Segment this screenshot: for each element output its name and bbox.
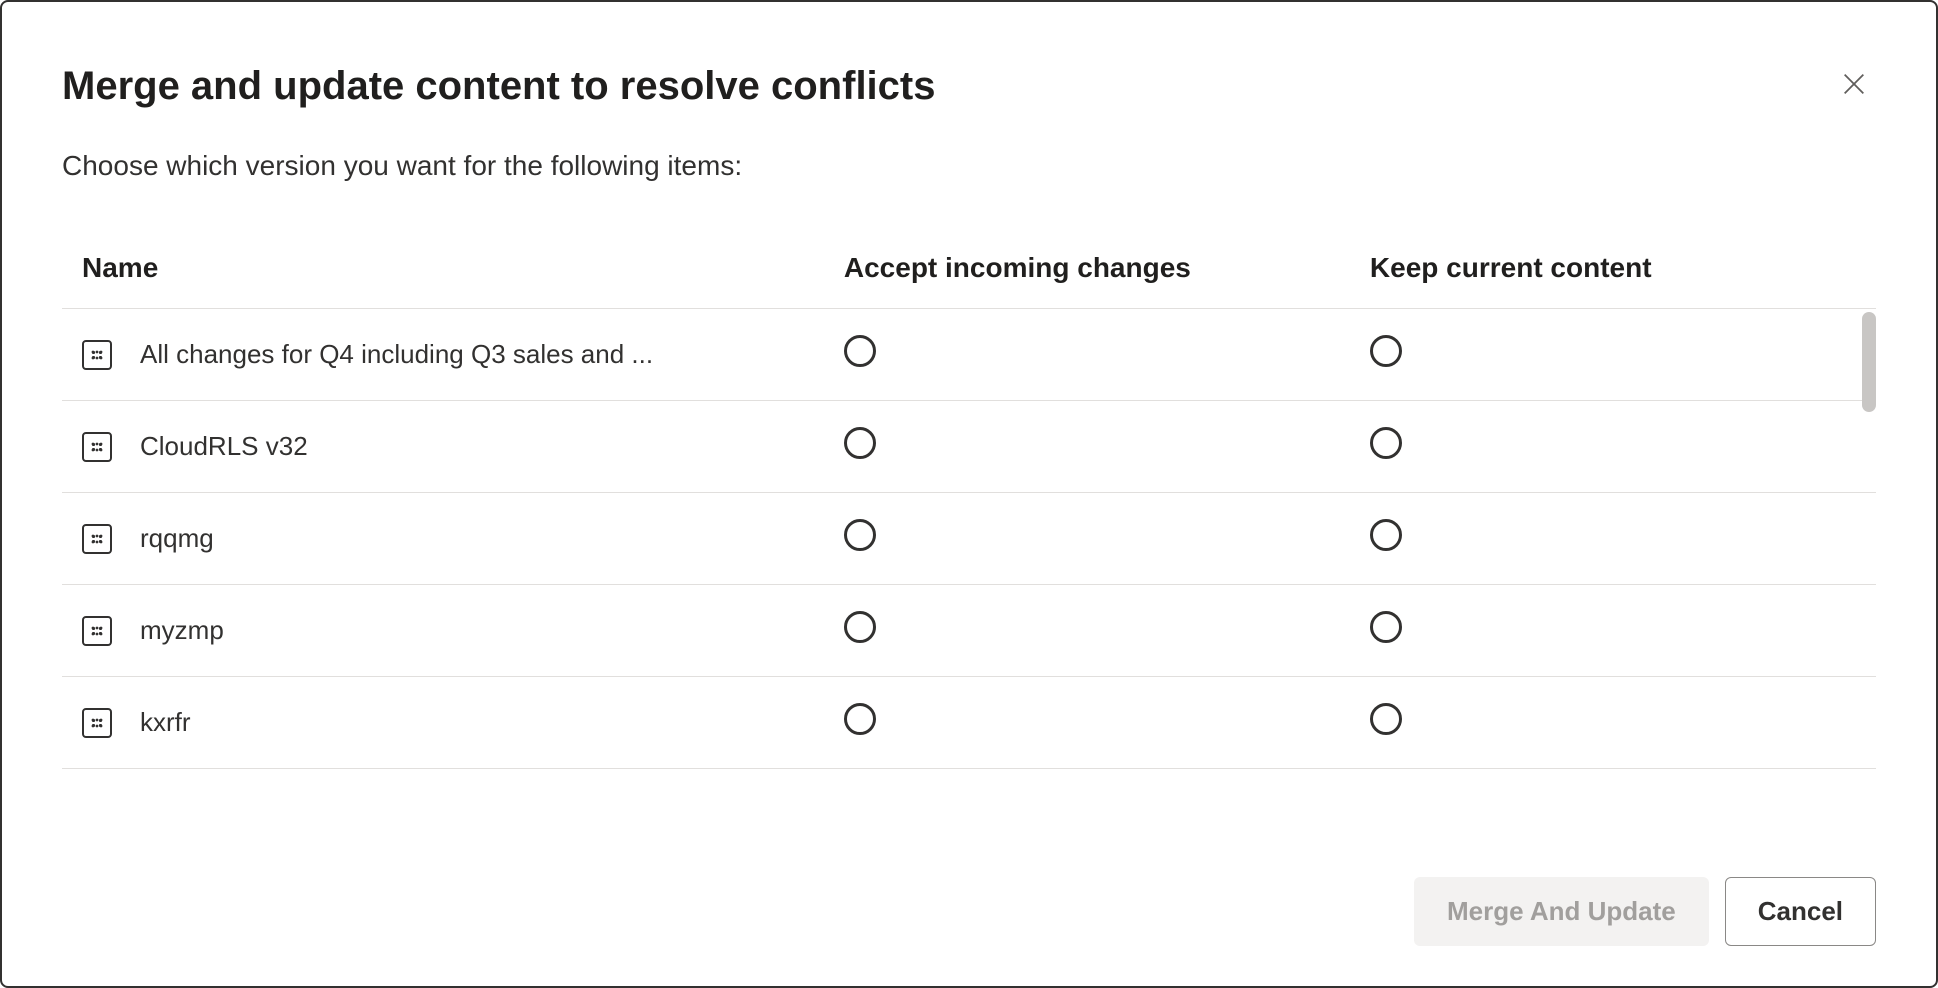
column-header-keep: Keep current content (1350, 232, 1876, 309)
item-name: myzmp (140, 615, 224, 646)
cancel-button[interactable]: Cancel (1725, 877, 1876, 946)
radio-accept[interactable] (844, 703, 876, 735)
radio-accept[interactable] (844, 427, 876, 459)
dialog-footer: Merge And Update Cancel (62, 867, 1876, 946)
dialog-header: Merge and update content to resolve conf… (62, 62, 1876, 110)
radio-accept[interactable] (844, 335, 876, 367)
conflict-table: Name Accept incoming changes Keep curren… (62, 232, 1876, 769)
scrollbar-thumb[interactable] (1862, 312, 1876, 412)
dialog-title: Merge and update content to resolve conf… (62, 62, 935, 110)
merge-conflict-dialog: Merge and update content to resolve conf… (0, 0, 1938, 988)
radio-accept[interactable] (844, 519, 876, 551)
close-icon (1840, 70, 1868, 98)
column-header-name: Name (62, 232, 824, 309)
radio-keep[interactable] (1370, 335, 1402, 367)
item-name: rqqmg (140, 523, 214, 554)
close-button[interactable] (1832, 62, 1876, 106)
table-container: Name Accept incoming changes Keep curren… (62, 232, 1876, 837)
table-row: CloudRLS v32 (62, 401, 1876, 493)
dataset-icon (82, 524, 112, 554)
column-header-accept: Accept incoming changes (824, 232, 1350, 309)
dataset-icon (82, 616, 112, 646)
dialog-subtitle: Choose which version you want for the fo… (62, 150, 1876, 182)
radio-keep[interactable] (1370, 427, 1402, 459)
name-cell: myzmp (82, 615, 804, 646)
name-cell: CloudRLS v32 (82, 431, 804, 462)
table-row: rqqmg (62, 493, 1876, 585)
table-row: All changes for Q4 including Q3 sales an… (62, 309, 1876, 401)
radio-keep[interactable] (1370, 703, 1402, 735)
dataset-icon (82, 432, 112, 462)
dataset-icon (82, 708, 112, 738)
dataset-icon (82, 340, 112, 370)
radio-accept[interactable] (844, 611, 876, 643)
radio-keep[interactable] (1370, 519, 1402, 551)
name-cell: All changes for Q4 including Q3 sales an… (82, 339, 804, 370)
merge-and-update-button[interactable]: Merge And Update (1414, 877, 1709, 946)
item-name: All changes for Q4 including Q3 sales an… (140, 339, 653, 370)
name-cell: rqqmg (82, 523, 804, 554)
item-name: kxrfr (140, 707, 191, 738)
table-row: kxrfr (62, 677, 1876, 769)
radio-keep[interactable] (1370, 611, 1402, 643)
table-row: myzmp (62, 585, 1876, 677)
name-cell: kxrfr (82, 707, 804, 738)
item-name: CloudRLS v32 (140, 431, 308, 462)
